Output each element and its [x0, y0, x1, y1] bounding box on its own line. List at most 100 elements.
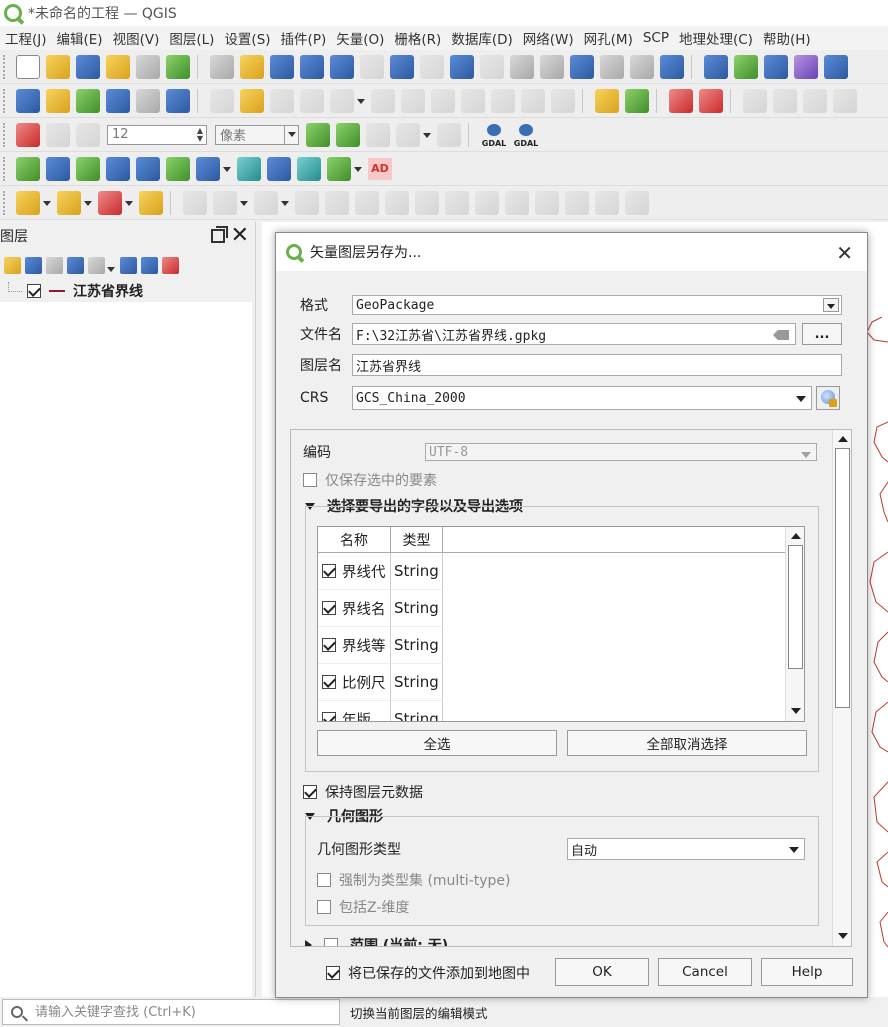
add-vector-layer-icon[interactable]: [16, 156, 40, 181]
locator-bar[interactable]: [2, 999, 340, 1025]
gdal-tool-2-icon[interactable]: GDAL: [513, 122, 539, 148]
locator-input[interactable]: [35, 1004, 315, 1020]
scroll-up-icon[interactable]: [787, 529, 804, 545]
menu-layer[interactable]: 图层(L): [164, 28, 219, 48]
menu-raster[interactable]: 栅格(R): [389, 28, 446, 48]
add-feature-icon[interactable]: [300, 88, 324, 113]
deselect-all-icon[interactable]: [98, 190, 122, 215]
pan-to-selection-icon[interactable]: [240, 54, 264, 79]
float-panel-icon[interactable]: [210, 226, 228, 243]
add-wcs-icon[interactable]: [297, 156, 321, 181]
open-table-icon[interactable]: [824, 54, 848, 79]
layer-styling-icon[interactable]: [4, 256, 21, 274]
layername-field[interactable]: 江苏省界线: [352, 354, 842, 376]
split-parts-icon[interactable]: [475, 190, 499, 215]
table-row[interactable]: 年版 String: [318, 701, 804, 721]
reshape-icon[interactable]: [385, 190, 409, 215]
clear-text-icon[interactable]: [773, 330, 789, 340]
force-multi-checkbox[interactable]: [317, 873, 331, 887]
add-raster-layer-icon[interactable]: [46, 156, 70, 181]
include-z-checkbox[interactable]: [317, 900, 331, 914]
menu-view[interactable]: 视图(V): [108, 28, 165, 48]
delete-part-icon[interactable]: [355, 190, 379, 215]
move-label-icon[interactable]: [773, 88, 797, 113]
copy-features-icon[interactable]: [461, 88, 485, 113]
pin-labels-icon[interactable]: [669, 88, 693, 113]
split-features-icon[interactable]: [445, 190, 469, 215]
add-vector-tile-dropdown[interactable]: [354, 157, 362, 181]
save-as-icon[interactable]: [106, 54, 130, 79]
zoom-full-icon[interactable]: [330, 54, 354, 79]
snapping-magnet-icon[interactable]: [16, 122, 40, 147]
avoid-overlap-icon[interactable]: [336, 122, 360, 147]
statistics-sigma-icon[interactable]: [794, 54, 818, 79]
snapping-options-dropdown[interactable]: [423, 123, 431, 147]
new-spatialite-layer-icon[interactable]: [106, 88, 130, 113]
offset-curve-icon[interactable]: [415, 190, 439, 215]
snapping-type-icon[interactable]: [76, 122, 100, 147]
add-wfs-icon[interactable]: [267, 156, 291, 181]
new-virtual-layer-icon[interactable]: [136, 88, 160, 113]
paste-features-icon[interactable]: [491, 88, 515, 113]
scrollbar-thumb[interactable]: [835, 448, 850, 708]
cut-features-icon[interactable]: [431, 88, 455, 113]
vertex-tool-icon[interactable]: [330, 88, 354, 113]
menu-vector[interactable]: 矢量(O): [331, 28, 389, 48]
column-header-name[interactable]: 名称: [318, 527, 391, 552]
menu-mesh[interactable]: 网孔(M): [579, 28, 638, 48]
crs-combo[interactable]: GCS_China_2000: [352, 386, 812, 410]
table-row[interactable]: 比例尺 String: [318, 664, 804, 701]
spin-arrows-icon[interactable]: ▲ ▼: [197, 126, 206, 143]
extent-section-header[interactable]: 范围 (当前: 无): [305, 935, 448, 946]
menu-web[interactable]: 网络(W): [518, 28, 579, 48]
extent-checkbox[interactable]: [324, 938, 338, 946]
toolbar-grip[interactable]: [3, 156, 7, 181]
select-by-value-dropdown[interactable]: [84, 191, 92, 215]
toolbar-grip[interactable]: [3, 190, 7, 215]
filename-field[interactable]: F:\32江苏省\江苏省界线.gpkg: [352, 323, 796, 345]
snap-intersection-icon[interactable]: [366, 122, 390, 147]
fields-table[interactable]: 名称 类型 界线代 String 界线名 String 界线等 String 比…: [317, 526, 805, 722]
deselect-all-button[interactable]: 全部取消选择: [567, 730, 807, 756]
toolbar-grip[interactable]: [3, 88, 7, 113]
open-project-icon[interactable]: [46, 54, 70, 79]
zoom-layer-icon[interactable]: [390, 54, 414, 79]
zoom-native-icon[interactable]: [420, 54, 444, 79]
rotate-symbols-icon[interactable]: [565, 190, 589, 215]
delete-ring-icon[interactable]: [325, 190, 349, 215]
data-source-manager-icon[interactable]: [16, 88, 40, 113]
save-edits-icon[interactable]: [270, 88, 294, 113]
add-spatialite-icon[interactable]: [136, 156, 160, 181]
scroll-up-icon[interactable]: [834, 432, 851, 448]
help-button[interactable]: Help: [761, 958, 853, 986]
save-selected-checkbox[interactable]: [303, 473, 317, 487]
zoom-next-icon[interactable]: [480, 54, 504, 79]
show-hide-labels-icon[interactable]: [743, 88, 767, 113]
add-to-map-checkbox[interactable]: [326, 966, 340, 980]
simplify-icon[interactable]: [595, 190, 619, 215]
new-bookmark-icon[interactable]: [570, 54, 594, 79]
select-by-value-icon[interactable]: [57, 190, 81, 215]
gdal-tool-1-icon[interactable]: GDAL: [481, 122, 507, 148]
new-3d-view-icon[interactable]: [540, 54, 564, 79]
add-postgis-icon[interactable]: [196, 156, 220, 181]
deselect-dropdown[interactable]: [125, 191, 133, 215]
field-checkbox[interactable]: [322, 675, 336, 689]
identify-icon[interactable]: [704, 54, 728, 79]
select-features-dropdown[interactable]: [43, 191, 51, 215]
cancel-button[interactable]: Cancel: [658, 958, 752, 986]
add-layer-dropdown[interactable]: [223, 157, 231, 181]
zoom-last-icon[interactable]: [450, 54, 474, 79]
refresh-icon[interactable]: [660, 54, 684, 79]
snap-unit-combo[interactable]: 像素: [215, 124, 299, 145]
crs-selector-globe-icon[interactable]: [816, 386, 840, 410]
manage-visibility-icon[interactable]: [46, 256, 63, 274]
layer-tree-item[interactable]: 江苏省界线: [0, 280, 252, 302]
undo-icon[interactable]: [521, 88, 545, 113]
menu-scp[interactable]: SCP: [638, 30, 674, 46]
label-toolbar-icon[interactable]: [595, 88, 619, 113]
field-checkbox[interactable]: [322, 712, 336, 721]
browse-button[interactable]: ...: [802, 323, 842, 345]
change-label-icon[interactable]: [833, 88, 857, 113]
collapse-all-icon[interactable]: [141, 256, 158, 274]
